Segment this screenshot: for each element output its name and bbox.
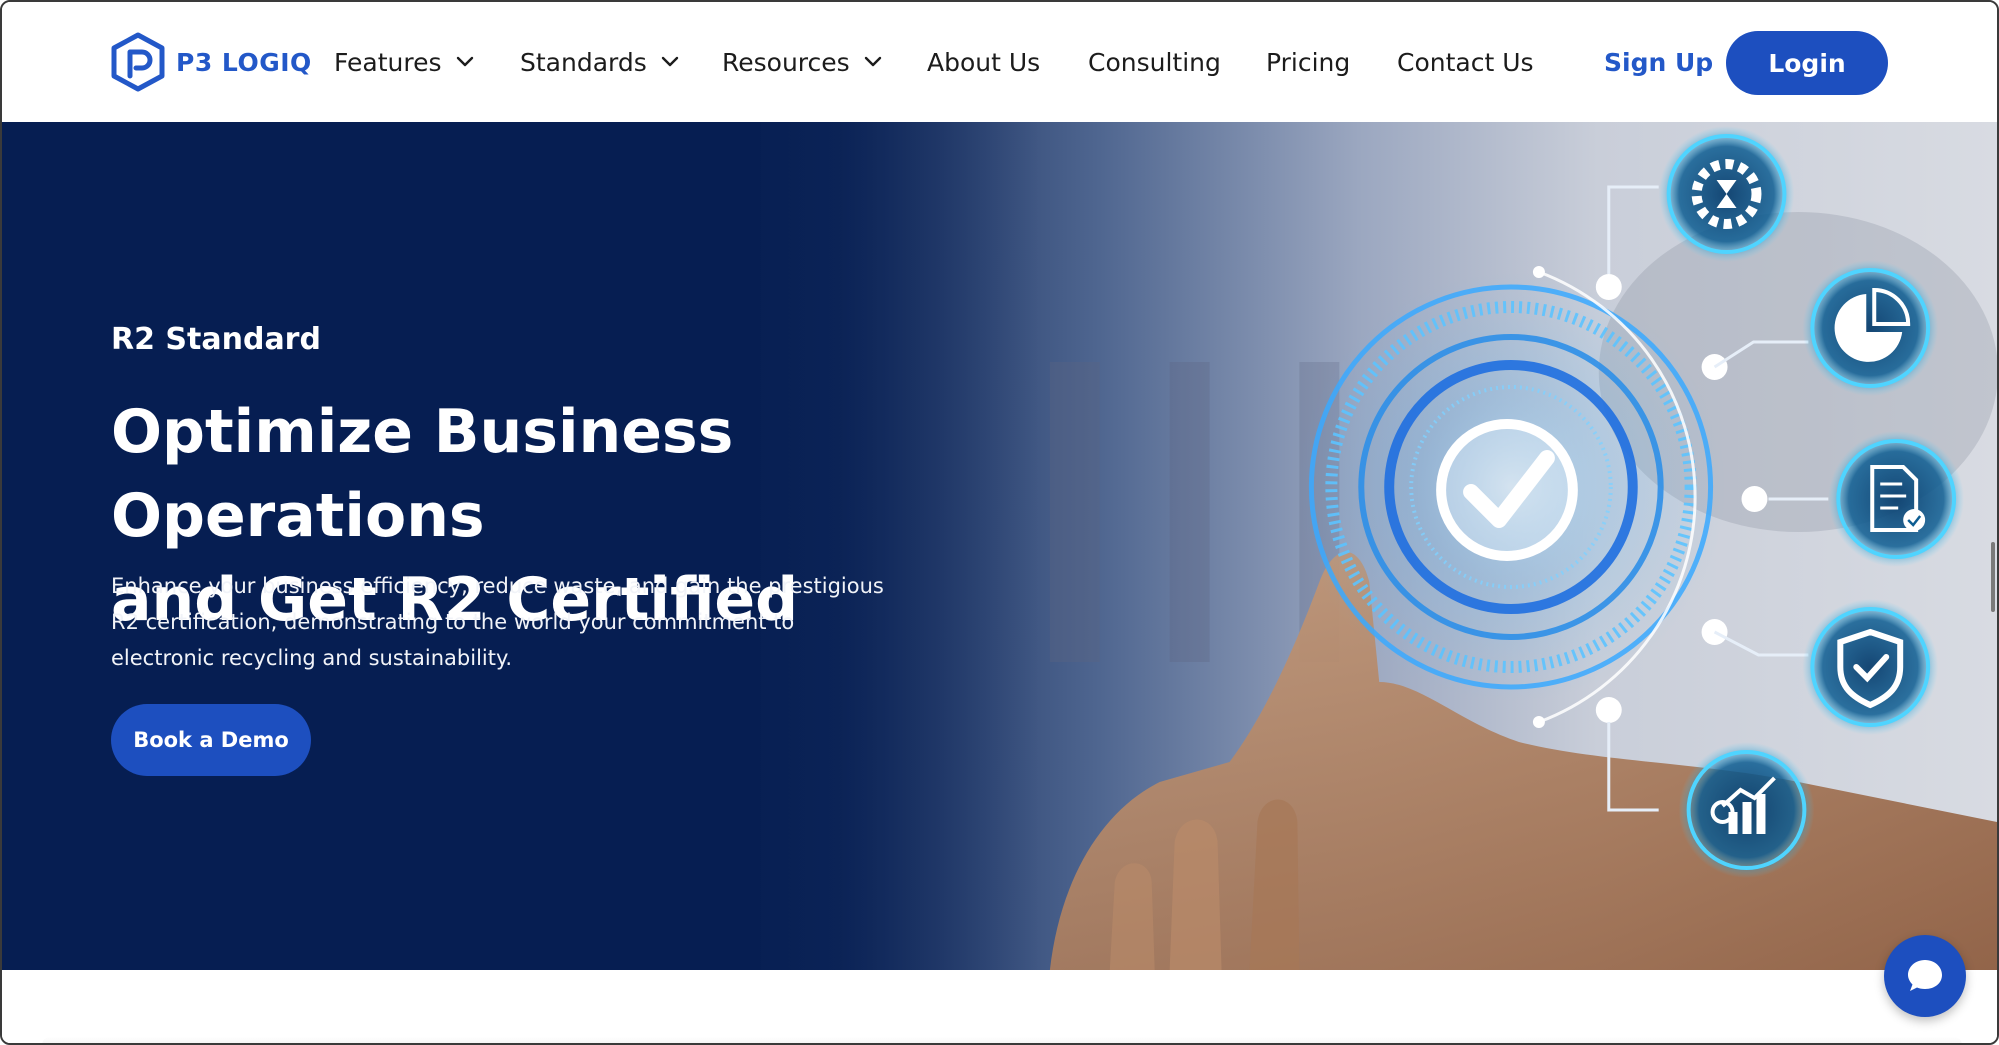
next-section: [2, 970, 1997, 1043]
next-section-card-edge: [42, 1037, 1962, 1043]
site-header: P3 LOGIQ Features Standards Resources Ab…: [2, 2, 1997, 122]
login-button[interactable]: Login: [1726, 31, 1888, 95]
book-demo-button[interactable]: Book a Demo: [111, 704, 311, 776]
nav-about-us[interactable]: About Us: [927, 44, 1040, 80]
nav-resources[interactable]: Resources: [722, 44, 882, 80]
nav-features[interactable]: Features: [334, 44, 474, 80]
pie-chart-icon: [1802, 260, 1939, 396]
nav-standards-label: Standards: [520, 47, 647, 77]
hero-description: Enhance your business efficiency, reduce…: [111, 574, 884, 670]
sign-up-link[interactable]: Sign Up: [1604, 44, 1713, 80]
chevron-down-icon: [661, 56, 678, 67]
nav-standards[interactable]: Standards: [520, 44, 679, 80]
nav-consulting-label: Consulting: [1088, 47, 1221, 77]
chevron-down-icon: [864, 56, 881, 67]
nav-resources-label: Resources: [722, 47, 850, 77]
chat-widget-button[interactable]: [1884, 935, 1966, 1017]
nav-features-label: Features: [334, 47, 442, 77]
nav-pricing[interactable]: Pricing: [1266, 44, 1350, 80]
chat-bubble-icon: [1908, 960, 1942, 991]
chevron-down-icon: [456, 56, 473, 67]
nav-pricing-label: Pricing: [1266, 47, 1351, 77]
nav-contact-us[interactable]: Contact Us: [1397, 44, 1534, 80]
nav-contact-us-label: Contact Us: [1397, 47, 1534, 77]
hero-eyebrow: R2 Standard: [111, 322, 321, 357]
document-check-icon: [1828, 431, 1965, 567]
hero-headline-line1: Optimize Business Operations: [111, 397, 734, 551]
hero-section: R2 Standard Optimize Business Operations…: [2, 122, 1997, 970]
growth-chart-icon: [1678, 742, 1815, 878]
nav-consulting[interactable]: Consulting: [1088, 44, 1221, 80]
gear-hourglass-icon: [1658, 126, 1795, 262]
shield-check-icon: [1802, 599, 1939, 735]
scrollbar[interactable]: [1991, 542, 1995, 612]
browser-frame: P3 LOGIQ Features Standards Resources Ab…: [0, 0, 1999, 1045]
nav-about-us-label: About Us: [927, 47, 1041, 77]
